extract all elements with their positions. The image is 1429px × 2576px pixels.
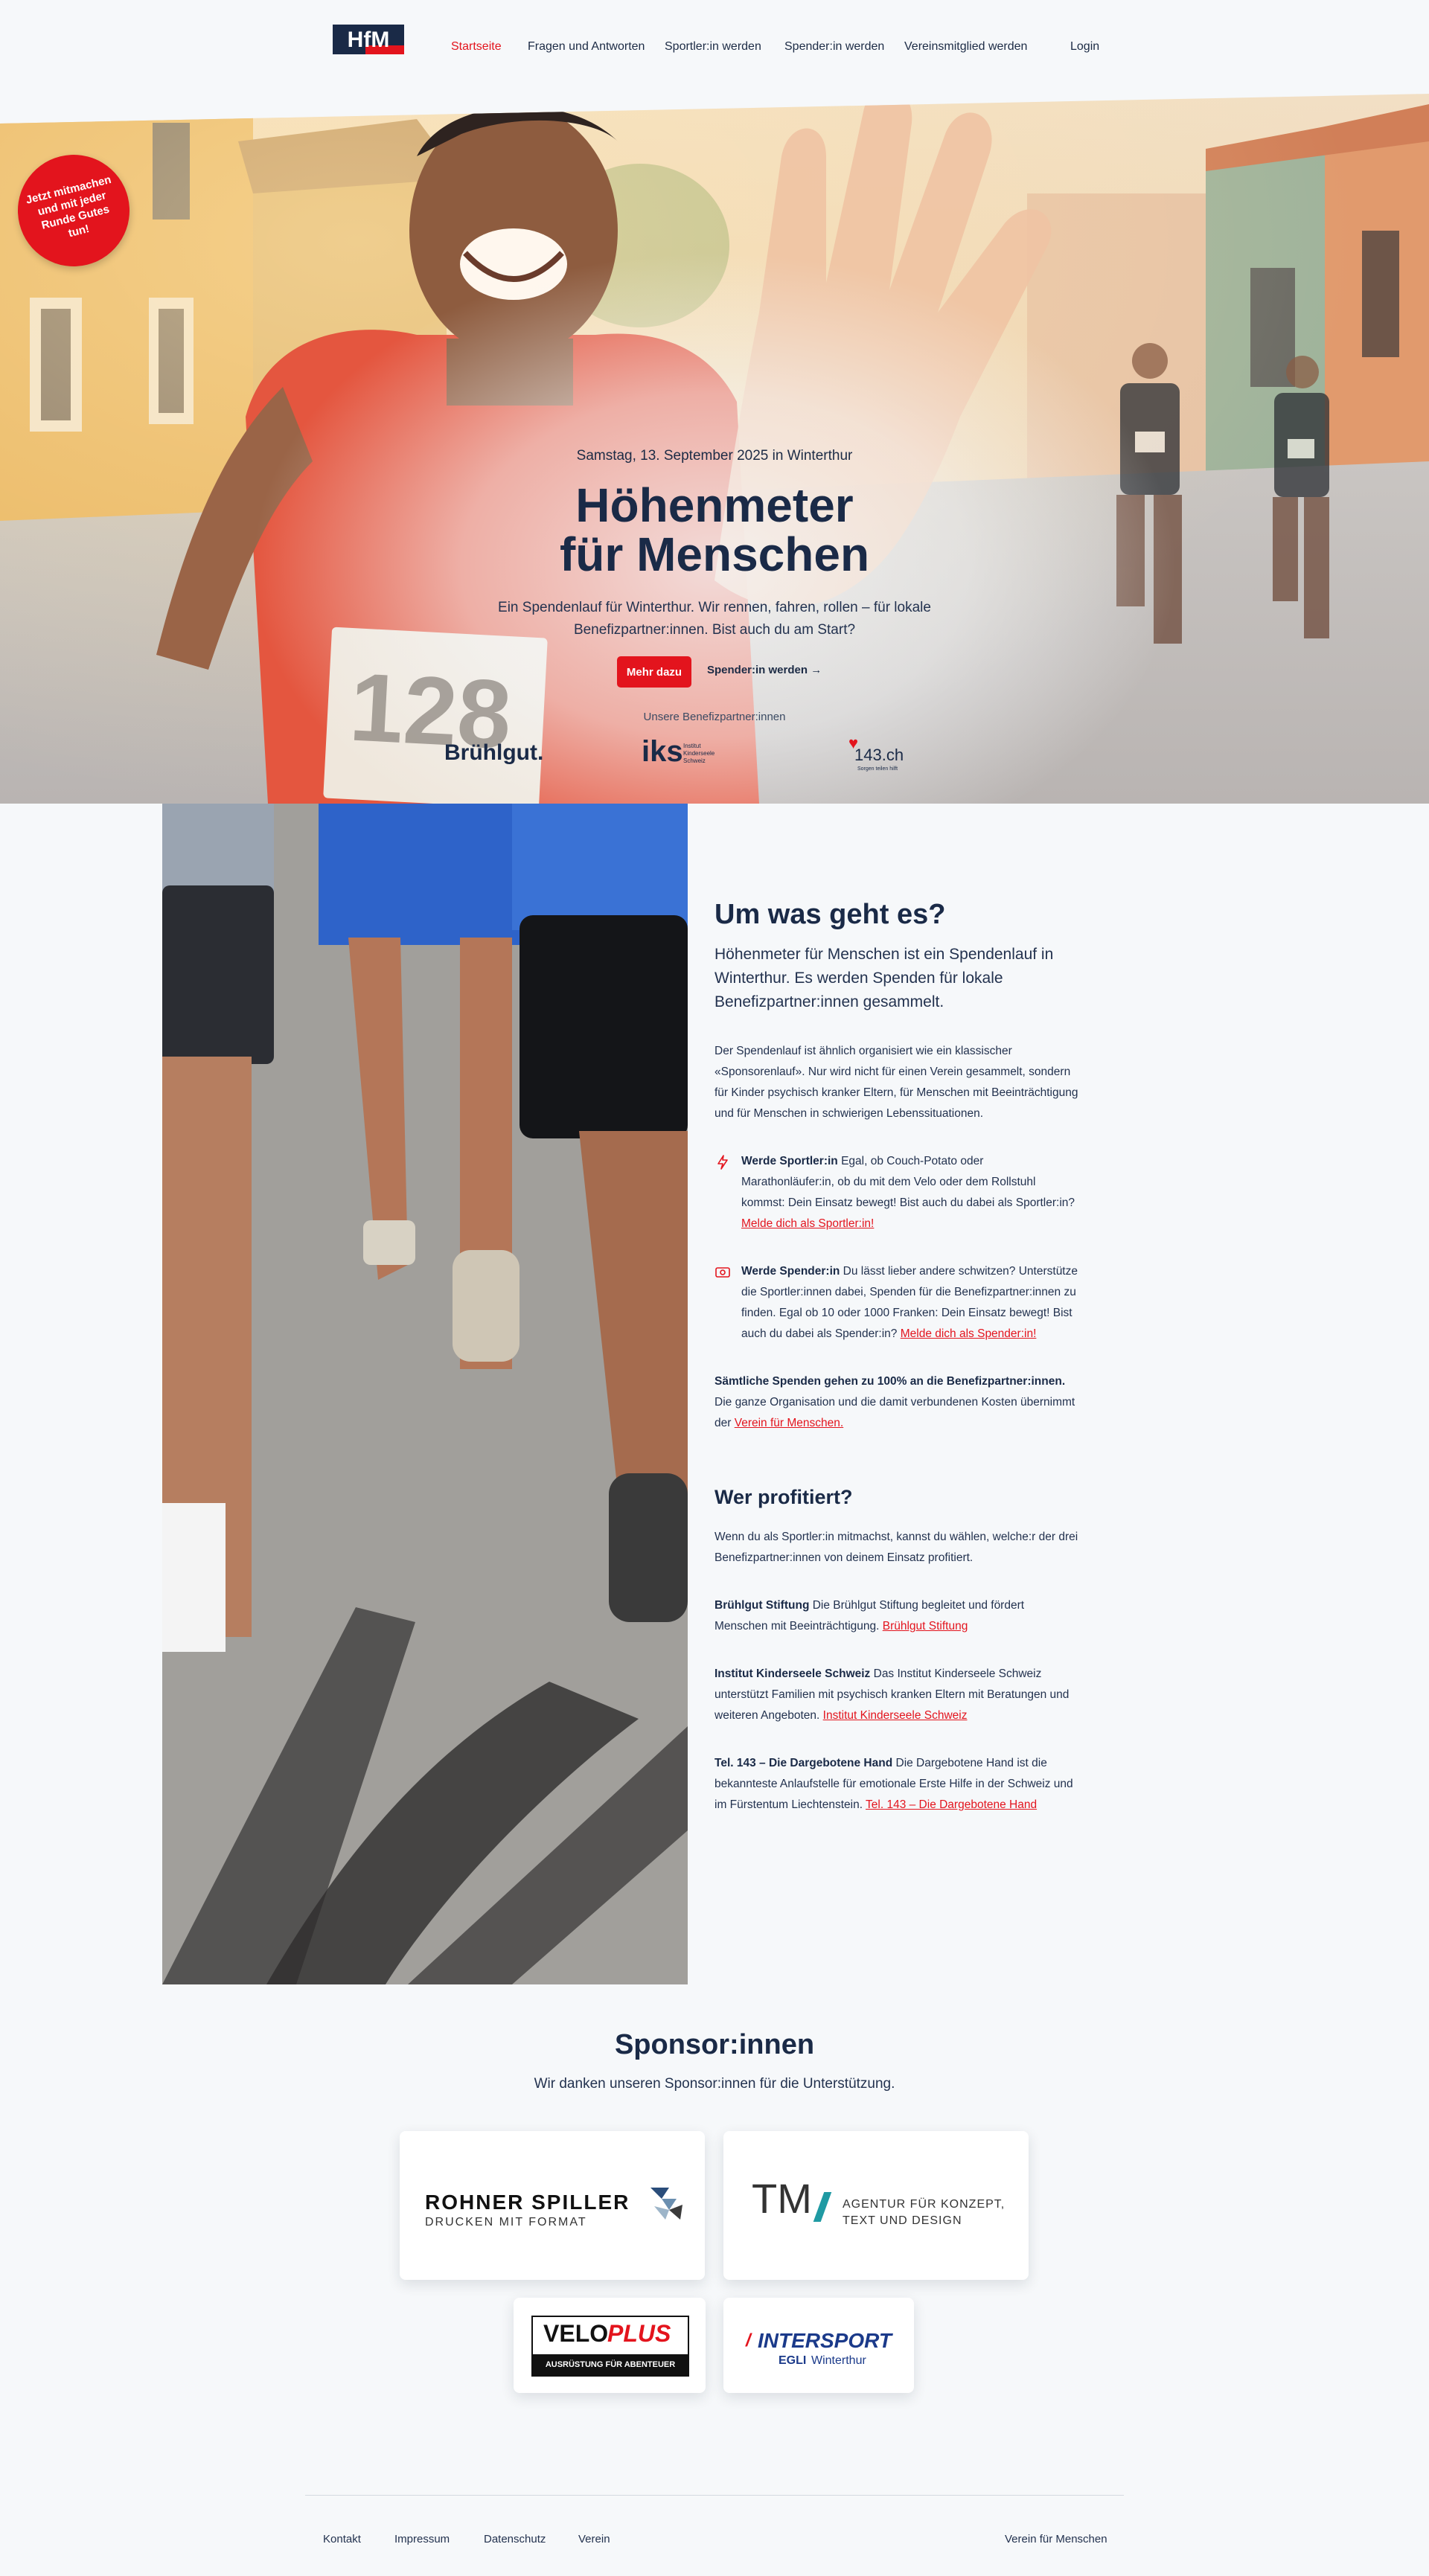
hero-section [0,94,1429,804]
donor-title: Werde Spender:in [741,1265,840,1278]
intersport-name: INTERSPORT [758,2329,892,2352]
sponsors-title: Sponsor:innen [614,2029,815,2060]
sponsor-card-intersport[interactable]: / INTERSPORT EGLI Winterthur [723,2298,914,2393]
tel143-logo-text: 143.ch [854,746,904,764]
bruehlgut-logo[interactable]: Brühlgut. [444,740,543,766]
nav-sportler[interactable]: Sportler:in werden [665,40,761,54]
top-navigation: HfM Startseite Fragen und Antworten Spor… [0,0,1429,97]
athlete-signup-link[interactable]: Melde dich als Sportler:in! [741,1217,874,1230]
hero-title: Höhenmeter für Menschen [417,481,1012,579]
hero-title-line2: für Menschen [559,528,870,581]
sticker-text: Jetzt mitmachen und mit jeder Runde Gute… [25,173,113,240]
veloplus-b: PLUS [607,2320,671,2347]
footer-verein-fuer-menschen[interactable]: Verein für Menschen [1005,2533,1107,2545]
nav-faq[interactable]: Fragen und Antworten [528,40,645,54]
intersport-city: Winterthur [811,2354,866,2367]
tel143-logo[interactable]: ♥ 143.ch Sorgen teilen hilft [832,734,907,774]
iks-logo-mark: iks [642,735,683,768]
money-icon [715,1267,730,1278]
nav-spender[interactable]: Spender:in werden [784,40,884,54]
tel143-link[interactable]: Tel. 143 – Die Dargebotene Hand [866,1798,1037,1811]
beneficiary-name: Institut Kinderseele Schweiz [714,1667,871,1680]
hero-lead: Ein Spendenlauf für Winterthur. Wir renn… [498,600,931,638]
veloplus-box: VELO PLUS AUSRÜSTUNG FÜR ABENTEUER [531,2316,689,2377]
hero-title-line1: Höhenmeter [575,478,854,532]
rohner-sub: DRUCKEN MIT FORMAT [425,2216,587,2229]
lightning-icon [717,1155,728,1170]
footer-divider [305,2495,1124,2496]
about-title: Um was geht es? [714,899,946,930]
beneficiaries-intro: Wenn du als Sportler:in mitmachst, kanns… [714,1531,1078,1564]
footer-impressum[interactable]: Impressum [394,2533,450,2545]
sponsors-subtitle: Wir danken unseren Sponsor:innen für die… [534,2076,895,2092]
kinderseele-link[interactable]: Institut Kinderseele Schweiz [823,1709,968,1722]
tm-mark: TM [752,2175,812,2222]
event-date: Samstag, 13. September 2025 in Winterthu… [576,448,853,464]
about-intro: Der Spendenlauf ist ähnlich organisiert … [714,1045,1078,1120]
footer-datenschutz[interactable]: Datenschutz [484,2533,546,2545]
sponsor-card-veloplus[interactable]: VELO PLUS AUSRÜSTUNG FÜR ABENTEUER [514,2298,706,2393]
more-info-button[interactable]: Mehr dazu [617,656,691,688]
svg-text:HfM: HfM [348,28,390,52]
footer-kontakt[interactable]: Kontakt [323,2533,361,2545]
sponsor-card-tm[interactable]: TM AGENTUR FÜR KONZEPT, TEXT UND DESIGN [723,2131,1029,2280]
intersport-mark-icon: / [746,2330,751,2351]
beneficiary-kinderseele: Institut Kinderseele Schweiz Das Institu… [714,1664,1079,1726]
bruehlgut-logo-text: Brühlgut. [444,740,544,765]
nav-startseite[interactable]: Startseite [451,40,502,54]
veloplus-sub: AUSRÜSTUNG FÜR ABENTEUER [533,2354,688,2375]
all-donations-bold: Sämtliche Spenden gehen zu 100% an die B… [714,1375,1066,1388]
nav-login[interactable]: Login [1070,40,1099,54]
nav-vereinsmitglied[interactable]: Vereinsmitglied werden [904,40,1027,54]
beneficiary-name: Brühlgut Stiftung [714,1599,810,1612]
donor-signup-link[interactable]: Melde dich als Spender:in! [901,1327,1037,1340]
runners-legs-photo [162,804,688,1984]
beneficiaries-title: Wer profitiert? [714,1486,853,1508]
hero-content: Samstag, 13. September 2025 in Winterthu… [417,448,1012,641]
about-lead: Höhenmeter für Menschen ist ein Spendenl… [714,946,1054,1010]
veloplus-a: VELO [543,2320,609,2347]
verein-link[interactable]: Verein für Menschen. [735,1417,843,1429]
iks-logo[interactable]: iks Institut Kinderseele Schweiz [642,735,723,772]
bruehlgut-link[interactable]: Brühlgut Stiftung [883,1620,968,1633]
athlete-feature: Werde Sportler:in Egal, ob Couch-Potato … [714,1151,1079,1234]
rohner-mark-icon [650,2188,682,2220]
site-logo[interactable]: HfM [333,25,404,57]
donor-feature: Werde Spender:in Du lässt lieber andere … [714,1261,1079,1345]
footer-verein[interactable]: Verein [578,2533,610,2545]
tm-line1: AGENTUR FÜR KONZEPT, [843,2198,1006,2211]
about-section: Um was geht es? Höhenmeter für Menschen … [714,899,1079,1816]
tel143-logo-sub: Sorgen teilen hilft [857,766,898,772]
sponsor-card-rohner-spiller[interactable]: ROHNER SPILLER DRUCKEN MIT FORMAT [400,2131,705,2280]
intersport-egli: EGLI [779,2354,807,2367]
tm-line2: TEXT UND DESIGN [843,2214,962,2227]
beneficiary-name: Tel. 143 – Die Dargebotene Hand [714,1757,893,1769]
hero-overlay [0,94,1429,804]
athlete-title: Werde Sportler:in [741,1155,838,1167]
all-donations-note: Sämtliche Spenden gehen zu 100% an die B… [714,1371,1079,1434]
beneficiary-tel143: Tel. 143 – Die Dargebotene Hand Die Darg… [714,1753,1079,1816]
rohner-name: ROHNER SPILLER [425,2191,630,2214]
iks-logo-text: Institut Kinderseele Schweiz [683,743,715,764]
beneficiary-bruehlgut: Brühlgut Stiftung Die Brühlgut Stiftung … [714,1595,1079,1637]
become-donor-link[interactable]: Spender:in werden → [707,664,822,676]
partners-label: Unsere Benefizpartner:innen [643,711,786,723]
tm-slash-icon [813,2192,832,2222]
